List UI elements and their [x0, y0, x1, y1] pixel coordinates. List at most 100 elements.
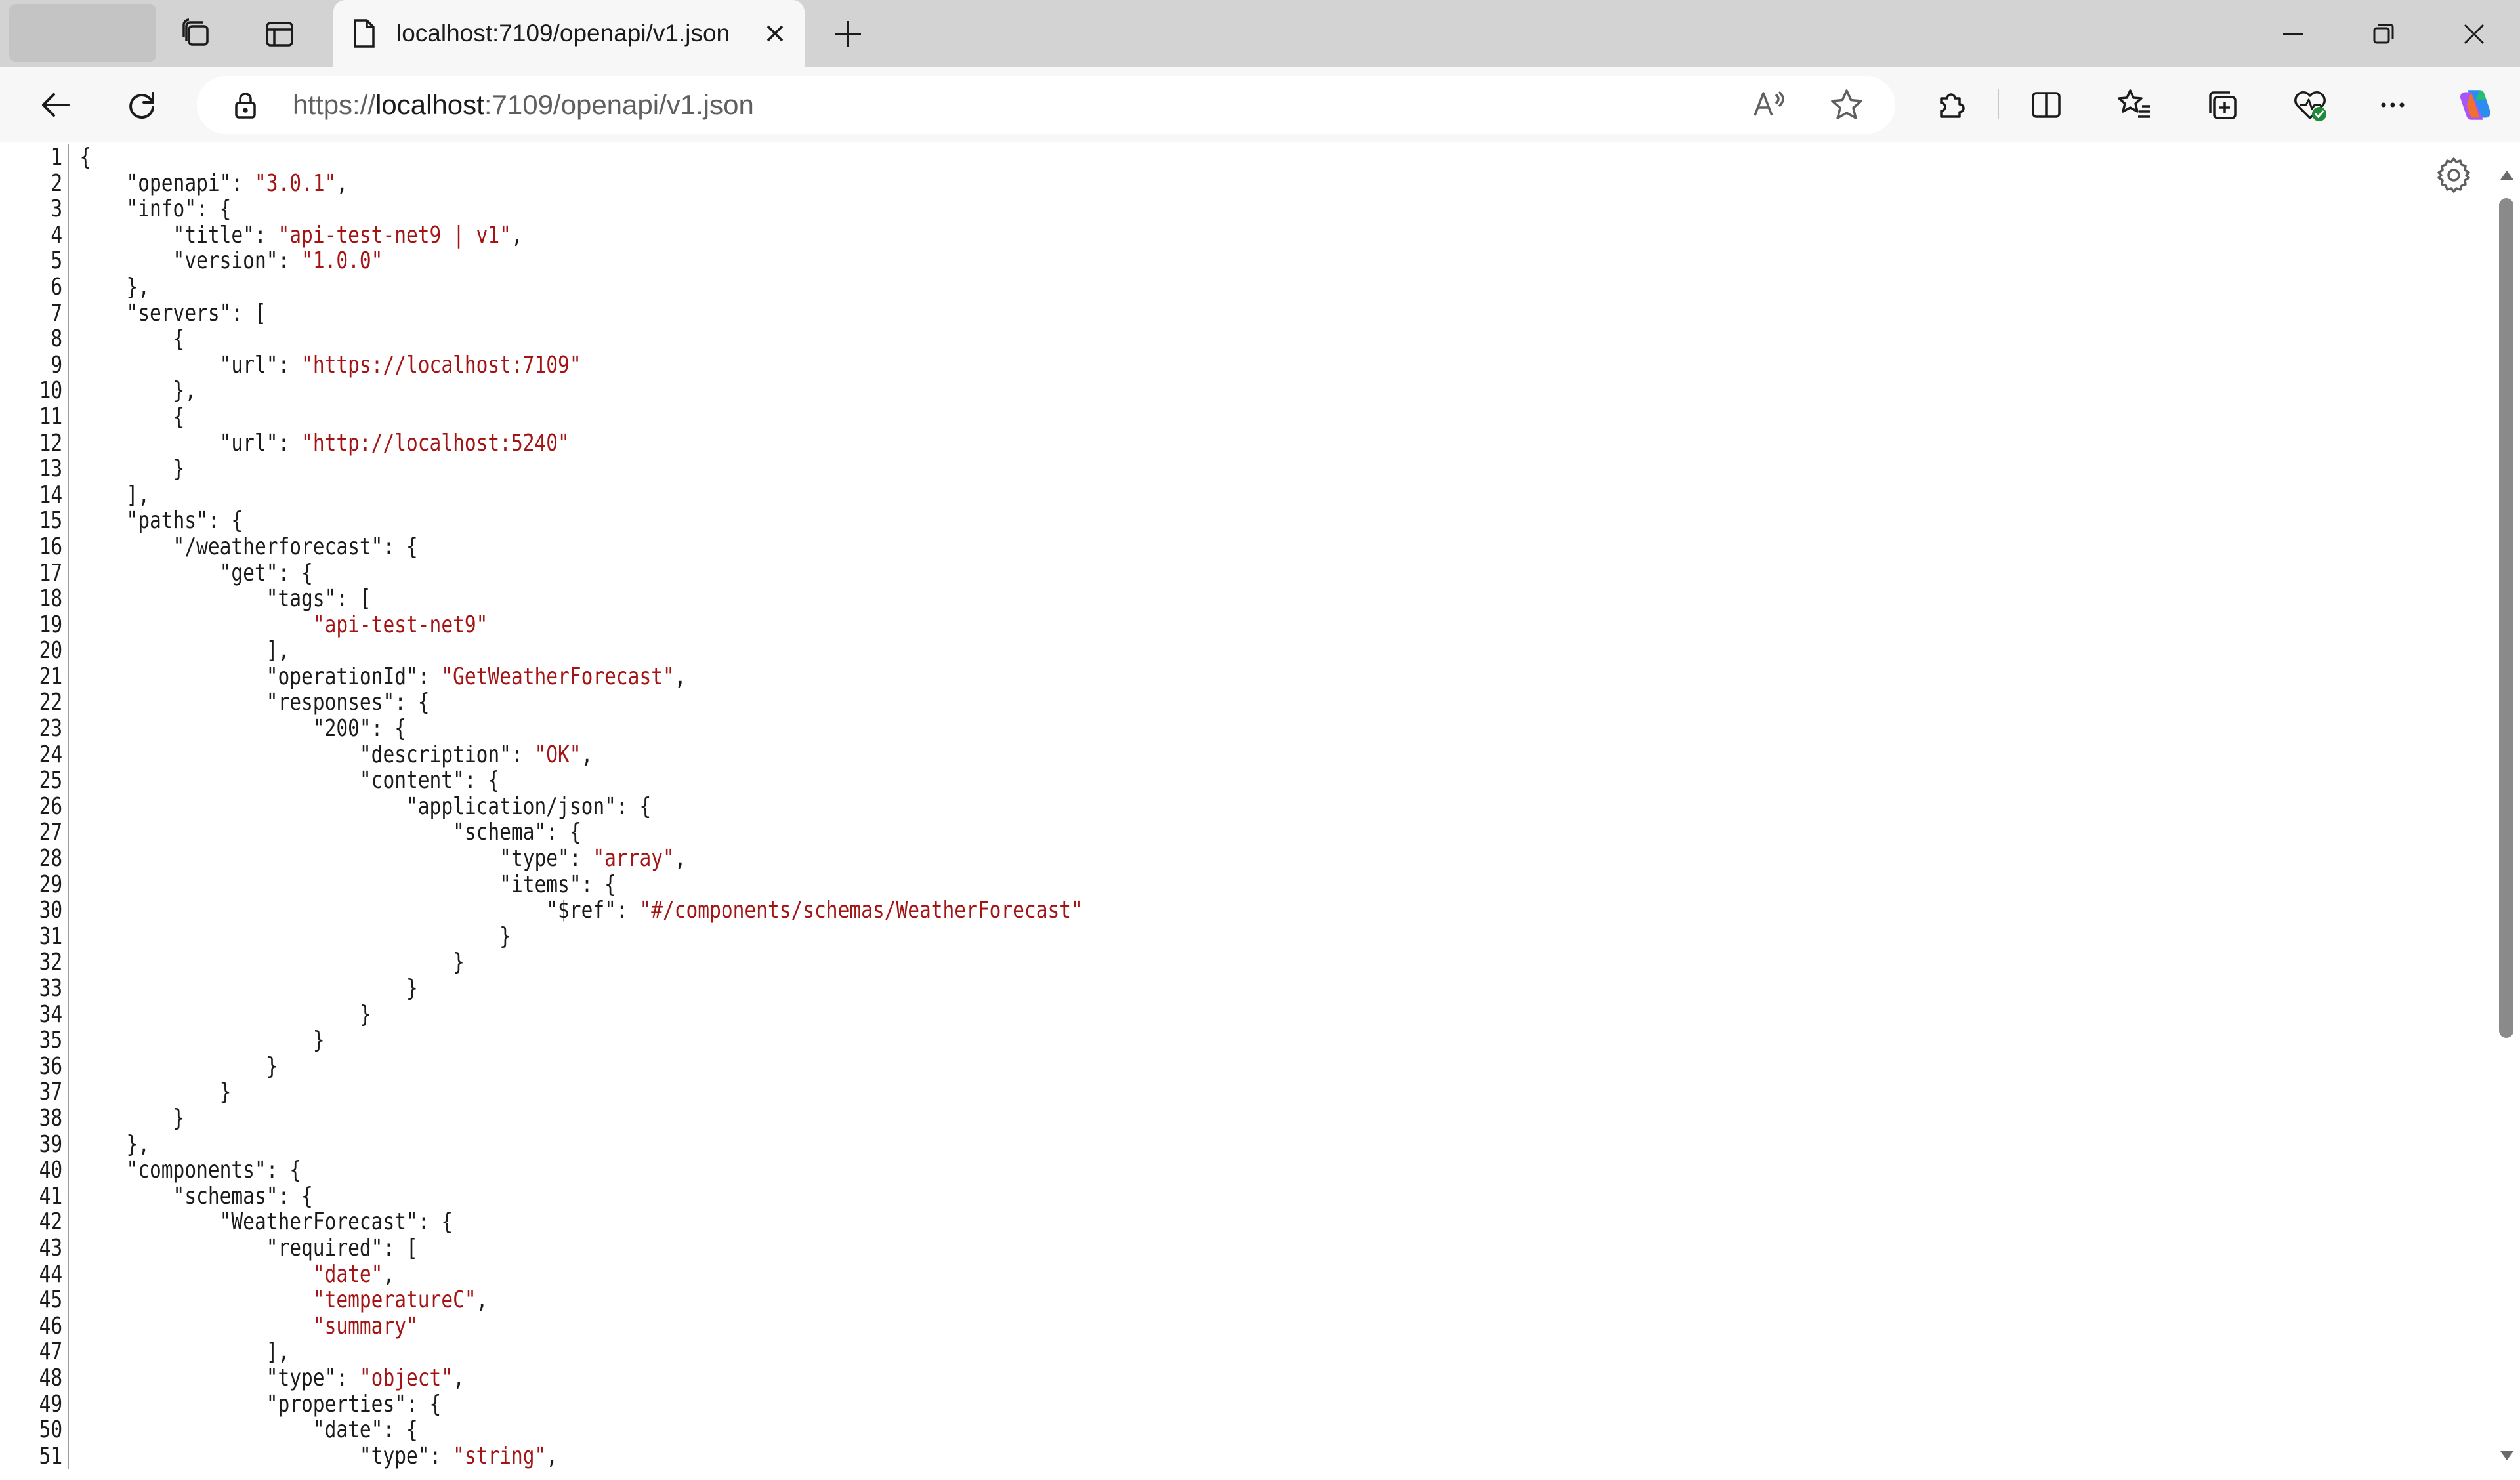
line-number: 40: [39, 1157, 63, 1184]
line-number: 32: [39, 949, 63, 976]
json-token: ,: [476, 1286, 488, 1314]
favorite-star-icon[interactable]: [1827, 85, 1866, 125]
gutter-divider: [68, 196, 69, 222]
back-icon[interactable]: [35, 85, 75, 125]
code-line: 6 },: [0, 274, 1991, 300]
json-token: "tags": [: [266, 585, 371, 613]
gutter-divider: [68, 586, 69, 612]
close-tab-icon[interactable]: [759, 17, 791, 50]
json-token: "version":: [173, 247, 302, 275]
gutter-divider: [68, 1417, 69, 1443]
more-icon[interactable]: [2373, 85, 2412, 125]
line-number: 37: [39, 1079, 63, 1106]
scroll-up-icon[interactable]: [2498, 165, 2516, 184]
line-number: 31: [39, 922, 63, 950]
scrollbar-thumb[interactable]: [2499, 198, 2513, 1038]
collections-icon[interactable]: [2202, 85, 2242, 125]
close-window-icon[interactable]: [2454, 14, 2494, 54]
scroll-down-icon[interactable]: [2498, 1447, 2516, 1466]
split-screen-icon[interactable]: [2026, 85, 2066, 125]
profile-button[interactable]: [9, 4, 156, 62]
gutter-divider: [68, 1209, 69, 1235]
json-token: "servers": [: [126, 299, 266, 327]
line-number: 2: [51, 169, 63, 197]
refresh-icon[interactable]: [122, 85, 161, 125]
code-line: 47 ],: [0, 1339, 1991, 1365]
url-host: localhost: [375, 89, 484, 120]
json-string-value: "api-test-net9": [312, 611, 488, 638]
restore-icon[interactable]: [2364, 14, 2403, 54]
code-line: 26 "application/json": {: [0, 794, 1991, 820]
code-line: 40 "components": {: [0, 1157, 1991, 1183]
line-number: 41: [39, 1182, 63, 1210]
copilot-icon[interactable]: [2456, 85, 2495, 125]
line-number: 16: [39, 533, 63, 560]
json-token: {: [79, 144, 92, 171]
gutter-divider: [68, 949, 69, 976]
minimize-icon[interactable]: [2273, 14, 2313, 54]
lock-icon[interactable]: [230, 89, 261, 121]
line-number: 18: [39, 585, 63, 613]
settings-gear-icon[interactable]: [2433, 155, 2474, 195]
code-line: 33 }: [0, 976, 1991, 1002]
vertical-tabs-icon[interactable]: [260, 14, 299, 54]
json-token: "components": {: [126, 1157, 302, 1184]
read-aloud-icon[interactable]: [1750, 85, 1789, 125]
json-token: ,: [674, 845, 686, 873]
gutter-divider: [68, 1183, 69, 1210]
workspaces-icon[interactable]: [177, 14, 217, 54]
address-bar[interactable]: https://localhost:7109/openapi/v1.json: [197, 76, 1895, 134]
line-number: 30: [39, 897, 63, 924]
code-line: 21 "operationId": "GetWeatherForecast",: [0, 664, 1991, 690]
json-string-value: "date": [312, 1260, 383, 1288]
gutter-divider: [68, 1053, 69, 1080]
json-string-value: "string": [453, 1442, 547, 1470]
code-line: 5 "version": "1.0.0": [0, 248, 1991, 274]
json-token: },: [126, 1130, 150, 1158]
code-line: 27 "schema": {: [0, 819, 1991, 846]
url-text[interactable]: https://localhost:7109/openapi/v1.json: [293, 87, 754, 123]
browser-essentials-icon[interactable]: [2290, 85, 2330, 125]
json-token: "WeatherForecast": {: [219, 1208, 453, 1236]
active-tab[interactable]: localhost:7109/openapi/v1.json: [333, 0, 805, 67]
extensions-icon[interactable]: [1932, 85, 1971, 125]
code-line: 23 "200": {: [0, 716, 1991, 742]
json-token: "/weatherforecast": {: [173, 533, 418, 560]
line-number: 9: [51, 351, 63, 379]
gutter-divider: [68, 1105, 69, 1132]
json-token: }: [359, 1000, 371, 1028]
line-number: 36: [39, 1052, 63, 1080]
code-line: 25 "content": {: [0, 768, 1991, 794]
gutter-divider: [68, 560, 69, 586]
vertical-scrollbar[interactable]: [2494, 152, 2520, 1475]
line-number: 33: [39, 975, 63, 1002]
code-line: 43 "required": [: [0, 1235, 1991, 1262]
gutter-divider: [68, 508, 69, 534]
favorites-icon[interactable]: [2114, 85, 2154, 125]
code-line: 30 "$ref": "#/components/schemas/Weather…: [0, 897, 1991, 924]
tab-title: localhost:7109/openapi/v1.json: [396, 20, 730, 47]
line-number: 8: [51, 325, 63, 353]
gutter-divider: [68, 1339, 69, 1365]
new-tab-icon[interactable]: [828, 14, 868, 54]
code-line: 32 }: [0, 949, 1991, 976]
code-line: 37 }: [0, 1079, 1991, 1105]
code-line: 8 {: [0, 326, 1991, 352]
